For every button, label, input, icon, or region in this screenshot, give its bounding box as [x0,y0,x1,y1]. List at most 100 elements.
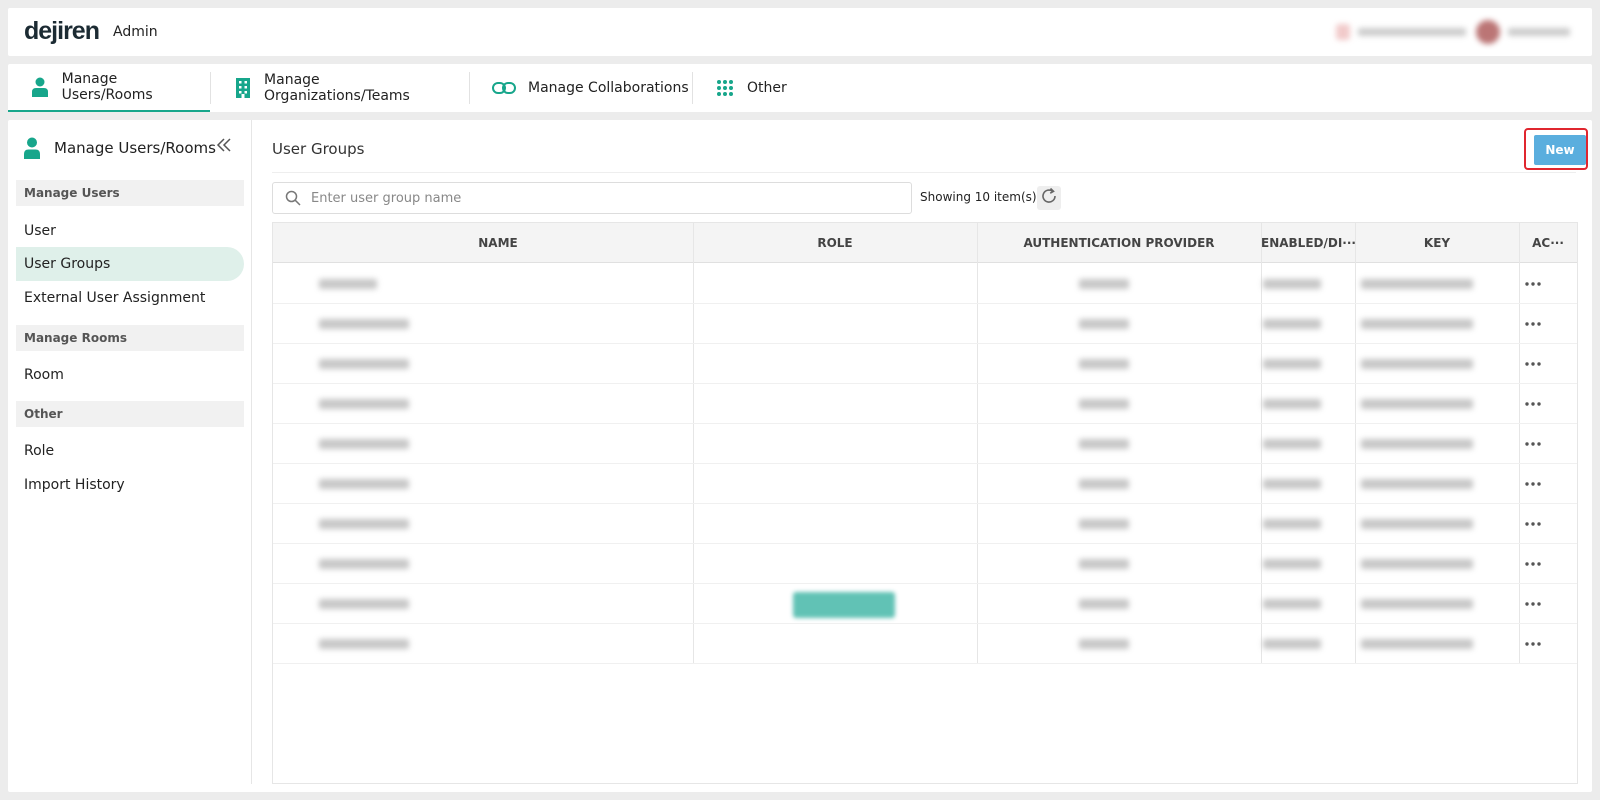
app-label: Admin [113,24,158,40]
row-actions-button[interactable] [1521,474,1545,494]
cell-key-redacted [1361,279,1473,289]
column-header-authentication-provider[interactable]: AUTHENTICATION PROVIDER [977,223,1261,263]
row-actions-button[interactable] [1521,314,1545,334]
tab-manage-collaborations[interactable]: Manage Collaborations [470,64,692,112]
double-chevron-left-icon [216,137,232,156]
refresh-button[interactable] [1037,186,1061,210]
cell-key-redacted [1361,319,1473,329]
user-info-redacted [1358,28,1466,36]
more-horizontal-icon [1525,322,1541,326]
sidebar-item-external-user-assignment[interactable]: External User Assignment [16,281,244,315]
cell-key-redacted [1361,639,1473,649]
sidebar-section-manage-users: Manage Users [16,180,244,206]
cell-name-redacted [319,279,377,289]
notification-icon [1336,24,1350,40]
row-actions-button[interactable] [1521,634,1545,654]
tab-manage-users-rooms[interactable]: Manage Users/Rooms [8,64,210,112]
tab-other[interactable]: Other [693,64,813,112]
row-actions-button[interactable] [1521,594,1545,614]
app-header: dejiren Admin [8,8,1592,56]
cell-enabled-redacted [1263,559,1321,569]
sidebar-item-import-history[interactable]: Import History [16,468,244,502]
column-header-name[interactable]: NAME [303,223,693,263]
search-icon [285,190,301,206]
table-row[interactable] [273,424,1577,464]
grid-dots-icon [715,78,735,98]
more-horizontal-icon [1525,362,1541,366]
row-actions-button[interactable] [1521,514,1545,534]
row-actions-button[interactable] [1521,554,1545,574]
table-row[interactable] [273,584,1577,624]
cell-auth-provider-redacted [1079,479,1129,489]
column-header-key[interactable]: KEY [1355,223,1519,263]
cell-name-redacted [319,439,409,449]
cell-enabled-redacted [1263,639,1321,649]
sidebar-item-role[interactable]: Role [16,434,244,468]
avatar[interactable] [1476,20,1500,44]
person-icon [24,137,42,159]
cell-auth-provider-redacted [1079,439,1129,449]
row-actions-button[interactable] [1521,394,1545,414]
table-row[interactable] [273,384,1577,424]
cell-key-redacted [1361,599,1473,609]
more-horizontal-icon [1525,602,1541,606]
main-panel: Manage Users/Rooms Manage Users User Use… [8,120,1592,792]
search-field[interactable] [272,182,912,214]
user-menu[interactable] [1332,20,1578,44]
table-row[interactable] [273,264,1577,304]
tab-label: Manage Users/Rooms [61,71,153,103]
tab-label: Manage Organizations/Teams [264,72,410,104]
cell-auth-provider-redacted [1079,519,1129,529]
table-row[interactable] [273,464,1577,504]
sidebar: Manage Users/Rooms Manage Users User Use… [8,120,252,784]
cell-key-redacted [1361,399,1473,409]
table-row[interactable] [273,304,1577,344]
cell-name-redacted [319,639,409,649]
logo[interactable]: dejiren [24,17,100,46]
cell-name-redacted [319,519,409,529]
sidebar-item-user[interactable]: User [16,214,244,248]
cell-name-redacted [319,359,409,369]
row-actions-button[interactable] [1521,274,1545,294]
more-horizontal-icon [1525,402,1541,406]
table-row[interactable] [273,344,1577,384]
cell-key-redacted [1361,559,1473,569]
cell-enabled-redacted [1263,439,1321,449]
more-horizontal-icon [1525,642,1541,646]
column-header-role[interactable]: ROLE [693,223,977,263]
sidebar-item-user-groups[interactable]: User Groups [16,247,244,281]
cell-enabled-redacted [1263,479,1321,489]
top-navigation: Manage Users/Rooms Manage Organizations/… [8,64,1592,112]
cell-key-redacted [1361,519,1473,529]
sidebar-title-label: Manage Users/Rooms [54,139,216,157]
column-header-enabled[interactable]: ENABLED/DI··· [1261,223,1355,263]
collapse-sidebar-button[interactable] [214,136,234,156]
cell-auth-provider-redacted [1079,319,1129,329]
cell-auth-provider-redacted [1079,399,1129,409]
cell-auth-provider-redacted [1079,639,1129,649]
table-row[interactable] [273,624,1577,664]
table-row[interactable] [273,544,1577,584]
sidebar-title: Manage Users/Rooms [24,136,216,160]
cell-name-redacted [319,399,409,409]
search-input[interactable] [311,190,891,206]
table-row[interactable] [273,504,1577,544]
cell-enabled-redacted [1263,279,1321,289]
table-header: NAME ROLE AUTHENTICATION PROVIDER ENABLE… [273,223,1577,263]
cell-enabled-redacted [1263,399,1321,409]
sidebar-item-room[interactable]: Room [16,358,244,392]
more-horizontal-icon [1525,442,1541,446]
more-horizontal-icon [1525,482,1541,486]
row-actions-button[interactable] [1521,434,1545,454]
page-title: User Groups [272,140,365,158]
tab-manage-organizations-teams[interactable]: Manage Organizations/Teams [211,64,460,112]
sidebar-section-manage-rooms: Manage Rooms [16,325,244,351]
cell-name-redacted [319,599,409,609]
cell-name-redacted [319,559,409,569]
new-button[interactable]: New [1534,135,1586,165]
cell-enabled-redacted [1263,519,1321,529]
tab-label: Other [747,80,787,96]
cell-auth-provider-redacted [1079,599,1129,609]
column-header-actions[interactable]: AC··· [1519,223,1577,263]
row-actions-button[interactable] [1521,354,1545,374]
